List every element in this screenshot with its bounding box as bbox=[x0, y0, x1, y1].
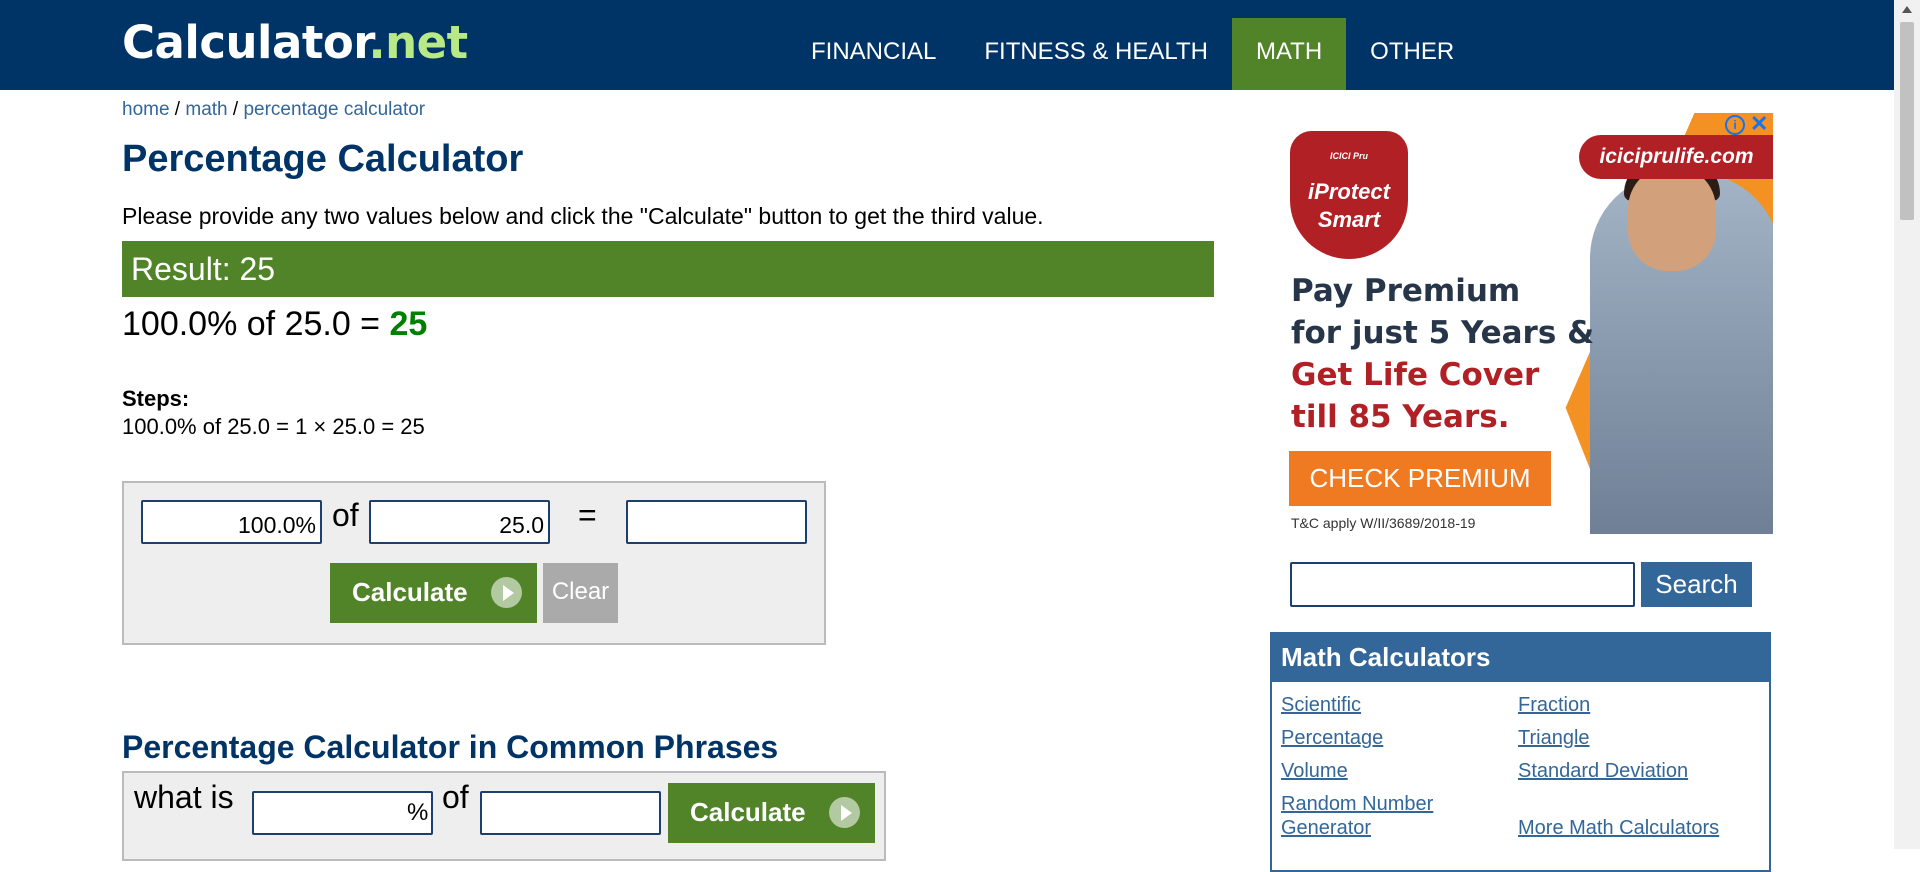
calculate-button-label: Calculate bbox=[352, 577, 468, 607]
steps-detail: 100.0% of 25.0 = 1 × 25.0 = 25 bbox=[122, 414, 425, 439]
ad-badge-bottom-text: Smart bbox=[1317, 207, 1381, 232]
main-nav: FINANCIAL FITNESS & HEALTH MATH OTHER bbox=[787, 18, 1478, 90]
nav-fitness-health[interactable]: FITNESS & HEALTH bbox=[960, 18, 1232, 90]
equals-label: = bbox=[578, 497, 597, 533]
breadcrumb-separator: / bbox=[169, 99, 186, 120]
percent-sign: % bbox=[407, 799, 429, 826]
ad-fine-print: T&C apply W/II/3689/2018-19 bbox=[1291, 515, 1476, 531]
phrase-calculate-button[interactable]: Calculate bbox=[668, 783, 875, 843]
phrase-calculate-button-label: Calculate bbox=[690, 797, 806, 827]
result-equation: 100.0% of 25.0 = 25 bbox=[122, 305, 427, 344]
link-volume[interactable]: Volume bbox=[1281, 759, 1348, 783]
logo-main-text: Calculator bbox=[122, 16, 369, 69]
intro-text: Please provide any two values below and … bbox=[122, 203, 1044, 229]
breadcrumb-math[interactable]: math bbox=[185, 99, 227, 120]
ad-badge-small-text: ICICI Pru bbox=[1329, 151, 1368, 161]
ad-line-1: Pay Premium bbox=[1291, 273, 1521, 309]
link-percentage[interactable]: Percentage bbox=[1281, 726, 1383, 750]
ad-line-4: till 85 Years. bbox=[1291, 399, 1510, 435]
nav-other[interactable]: OTHER bbox=[1346, 18, 1478, 90]
play-arrow-icon bbox=[491, 577, 522, 608]
result-input[interactable] bbox=[626, 500, 807, 544]
scrollbar-thumb[interactable] bbox=[1900, 22, 1914, 220]
phrase-form-what-is: what is % of Calculate bbox=[122, 771, 886, 861]
math-calculators-heading: Math Calculators bbox=[1272, 634, 1769, 682]
ad-line-2: for just 5 Years & bbox=[1291, 315, 1595, 351]
ad-site-label: iciciprulife.com bbox=[1579, 135, 1773, 179]
result-banner: Result: 25 bbox=[122, 241, 1214, 297]
link-fraction[interactable]: Fraction bbox=[1518, 693, 1590, 717]
advertisement-banner[interactable]: ICICI Pru iProtect Smart iciciprulife.co… bbox=[1270, 113, 1773, 534]
ad-line-3: Get Life Cover bbox=[1291, 357, 1540, 393]
equation-answer: 25 bbox=[389, 305, 428, 343]
link-random-number-generator-line2[interactable]: Generator bbox=[1281, 816, 1371, 840]
math-calculators-panel: Math Calculators Scientific Percentage V… bbox=[1270, 632, 1771, 872]
equation-text: 100.0% of 25.0 = bbox=[122, 305, 390, 343]
link-triangle[interactable]: Triangle bbox=[1518, 726, 1590, 750]
calculate-button[interactable]: Calculate bbox=[330, 563, 537, 623]
ad-person-head bbox=[1628, 165, 1716, 271]
link-scientific[interactable]: Scientific bbox=[1281, 693, 1361, 717]
steps-heading: Steps: bbox=[122, 386, 190, 411]
breadcrumb: home / math / percentage calculator bbox=[122, 99, 425, 121]
base-input[interactable] bbox=[369, 500, 550, 544]
ad-close-icon[interactable]: ✕ bbox=[1750, 113, 1768, 137]
nav-math[interactable]: MATH bbox=[1231, 18, 1347, 90]
what-is-label: what is bbox=[134, 779, 234, 815]
clear-button[interactable]: Clear bbox=[543, 563, 618, 623]
site-search-input[interactable] bbox=[1290, 562, 1635, 607]
phrase-percent-input[interactable] bbox=[252, 791, 433, 835]
site-logo[interactable]: Calculator.net bbox=[122, 16, 468, 69]
breadcrumb-separator: / bbox=[227, 99, 244, 120]
percent-input[interactable] bbox=[141, 500, 322, 544]
ad-info-icon[interactable]: i bbox=[1725, 115, 1745, 135]
logo-tld-text: .net bbox=[368, 16, 469, 69]
play-arrow-icon bbox=[829, 797, 860, 828]
breadcrumb-current[interactable]: percentage calculator bbox=[243, 99, 425, 120]
search-button[interactable]: Search bbox=[1641, 562, 1752, 607]
link-more-math-calculators[interactable]: More Math Calculators bbox=[1518, 816, 1719, 840]
top-nav-bar: Calculator.net FINANCIAL FITNESS & HEALT… bbox=[0, 0, 1894, 90]
phrase-of-label: of bbox=[442, 779, 469, 815]
vertical-scrollbar[interactable] bbox=[1894, 0, 1920, 849]
phrases-heading: Percentage Calculator in Common Phrases bbox=[122, 729, 779, 765]
calculator-form: of = Calculate Clear bbox=[122, 481, 826, 645]
phrase-base-input[interactable] bbox=[480, 791, 661, 835]
link-standard-deviation[interactable]: Standard Deviation bbox=[1518, 759, 1688, 783]
ad-badge-top-text: iProtect bbox=[1308, 179, 1390, 204]
nav-financial[interactable]: FINANCIAL bbox=[787, 18, 960, 90]
ad-product-badge: ICICI Pru iProtect Smart bbox=[1290, 131, 1408, 259]
breadcrumb-home[interactable]: home bbox=[122, 99, 170, 120]
ad-cta-button[interactable]: CHECK PREMIUM bbox=[1289, 451, 1551, 506]
scroll-up-arrow-icon[interactable] bbox=[1902, 6, 1912, 13]
link-random-number-generator[interactable]: Random Number bbox=[1281, 792, 1433, 816]
page-title: Percentage Calculator bbox=[122, 138, 524, 180]
of-label: of bbox=[332, 497, 359, 533]
